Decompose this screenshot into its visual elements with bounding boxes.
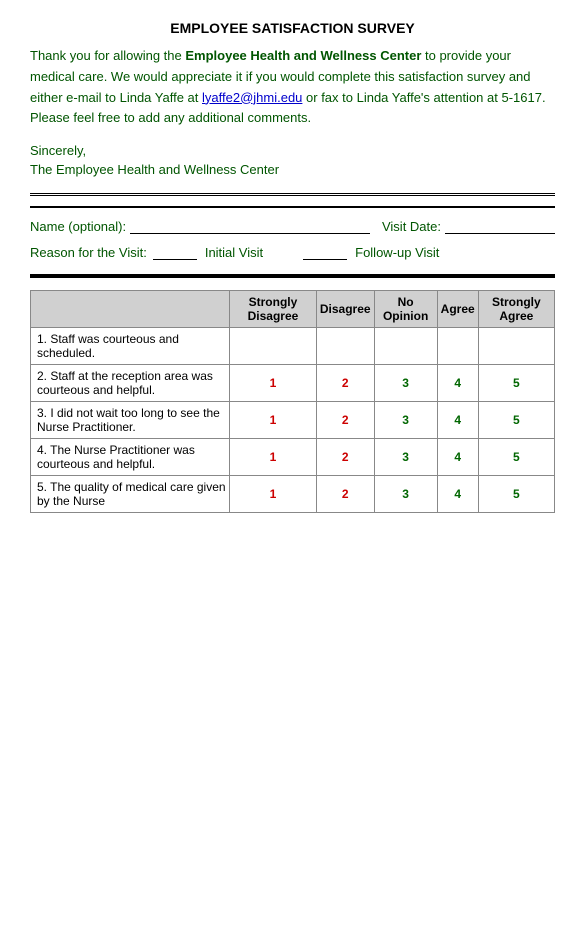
table-cell-r1-c4[interactable] — [437, 328, 478, 365]
table-row-question-1: 1. Staff was courteous and scheduled. — [31, 328, 230, 365]
header-question — [31, 291, 230, 328]
reason-label: Reason for the Visit: — [30, 245, 147, 260]
header-disagree: Disagree — [316, 291, 374, 328]
followup-blank[interactable] — [303, 244, 347, 260]
table-cell-r3-c4[interactable]: 4 — [437, 402, 478, 439]
name-label: Name (optional): — [30, 219, 126, 234]
intro-paragraph: Thank you for allowing the Employee Heal… — [30, 46, 555, 129]
divider-top — [30, 193, 555, 196]
table-cell-r2-c4[interactable]: 4 — [437, 365, 478, 402]
table-cell-r4-c2[interactable]: 2 — [316, 439, 374, 476]
header-no-opinion: No Opinion — [374, 291, 437, 328]
table-cell-r2-c3[interactable]: 3 — [374, 365, 437, 402]
page-title: EMPLOYEE SATISFACTION SURVEY — [30, 20, 555, 36]
table-cell-r2-c5[interactable]: 5 — [478, 365, 554, 402]
sincerely-line: Sincerely, — [30, 143, 555, 158]
table-cell-r1-c1[interactable] — [230, 328, 317, 365]
name-underline[interactable] — [130, 218, 370, 234]
survey-table: Strongly Disagree Disagree No Opinion Ag… — [30, 290, 555, 513]
table-row-question-3: 3. I did not wait too long to see the Nu… — [31, 402, 230, 439]
table-cell-r1-c3[interactable] — [374, 328, 437, 365]
visit-date-underline[interactable] — [445, 218, 555, 234]
table-cell-r4-c3[interactable]: 3 — [374, 439, 437, 476]
table-cell-r4-c5[interactable]: 5 — [478, 439, 554, 476]
table-cell-r5-c1[interactable]: 1 — [230, 476, 317, 513]
visit-date-label: Visit Date: — [382, 219, 441, 234]
table-cell-r3-c2[interactable]: 2 — [316, 402, 374, 439]
table-cell-r5-c2[interactable]: 2 — [316, 476, 374, 513]
table-cell-r1-c2[interactable] — [316, 328, 374, 365]
header-strongly-disagree: Strongly Disagree — [230, 291, 317, 328]
followup-label: Follow-up Visit — [355, 245, 439, 260]
table-cell-r5-c4[interactable]: 4 — [437, 476, 478, 513]
visit-reason-row: Reason for the Visit: Initial Visit Foll… — [30, 244, 555, 260]
table-cell-r1-c5[interactable] — [478, 328, 554, 365]
header-strongly-agree: Strongly Agree — [478, 291, 554, 328]
name-row: Name (optional): Visit Date: — [30, 218, 555, 234]
initial-visit-blank[interactable] — [153, 244, 197, 260]
table-cell-r2-c2[interactable]: 2 — [316, 365, 374, 402]
intro-text-before: Thank you for allowing the — [30, 48, 185, 63]
header-agree: Agree — [437, 291, 478, 328]
table-row-question-4: 4. The Nurse Practitioner was courteous … — [31, 439, 230, 476]
table-cell-r3-c1[interactable]: 1 — [230, 402, 317, 439]
table-cell-r5-c3[interactable]: 3 — [374, 476, 437, 513]
table-cell-r3-c5[interactable]: 5 — [478, 402, 554, 439]
table-cell-r3-c3[interactable]: 3 — [374, 402, 437, 439]
table-cell-r5-c5[interactable]: 5 — [478, 476, 554, 513]
org-name-line: The Employee Health and Wellness Center — [30, 162, 555, 177]
table-cell-r4-c4[interactable]: 4 — [437, 439, 478, 476]
table-cell-r4-c1[interactable]: 1 — [230, 439, 317, 476]
divider-top2 — [30, 206, 555, 208]
email-link[interactable]: lyaffe2@jhmi.edu — [202, 90, 302, 105]
org-name-bold: Employee Health and Wellness Center — [185, 48, 421, 63]
initial-visit-label: Initial Visit — [205, 245, 263, 260]
table-row-question-2: 2. Staff at the reception area was court… — [31, 365, 230, 402]
table-row-question-5: 5. The quality of medical care given by … — [31, 476, 230, 513]
divider-section-2 — [30, 276, 555, 278]
table-cell-r2-c1[interactable]: 1 — [230, 365, 317, 402]
